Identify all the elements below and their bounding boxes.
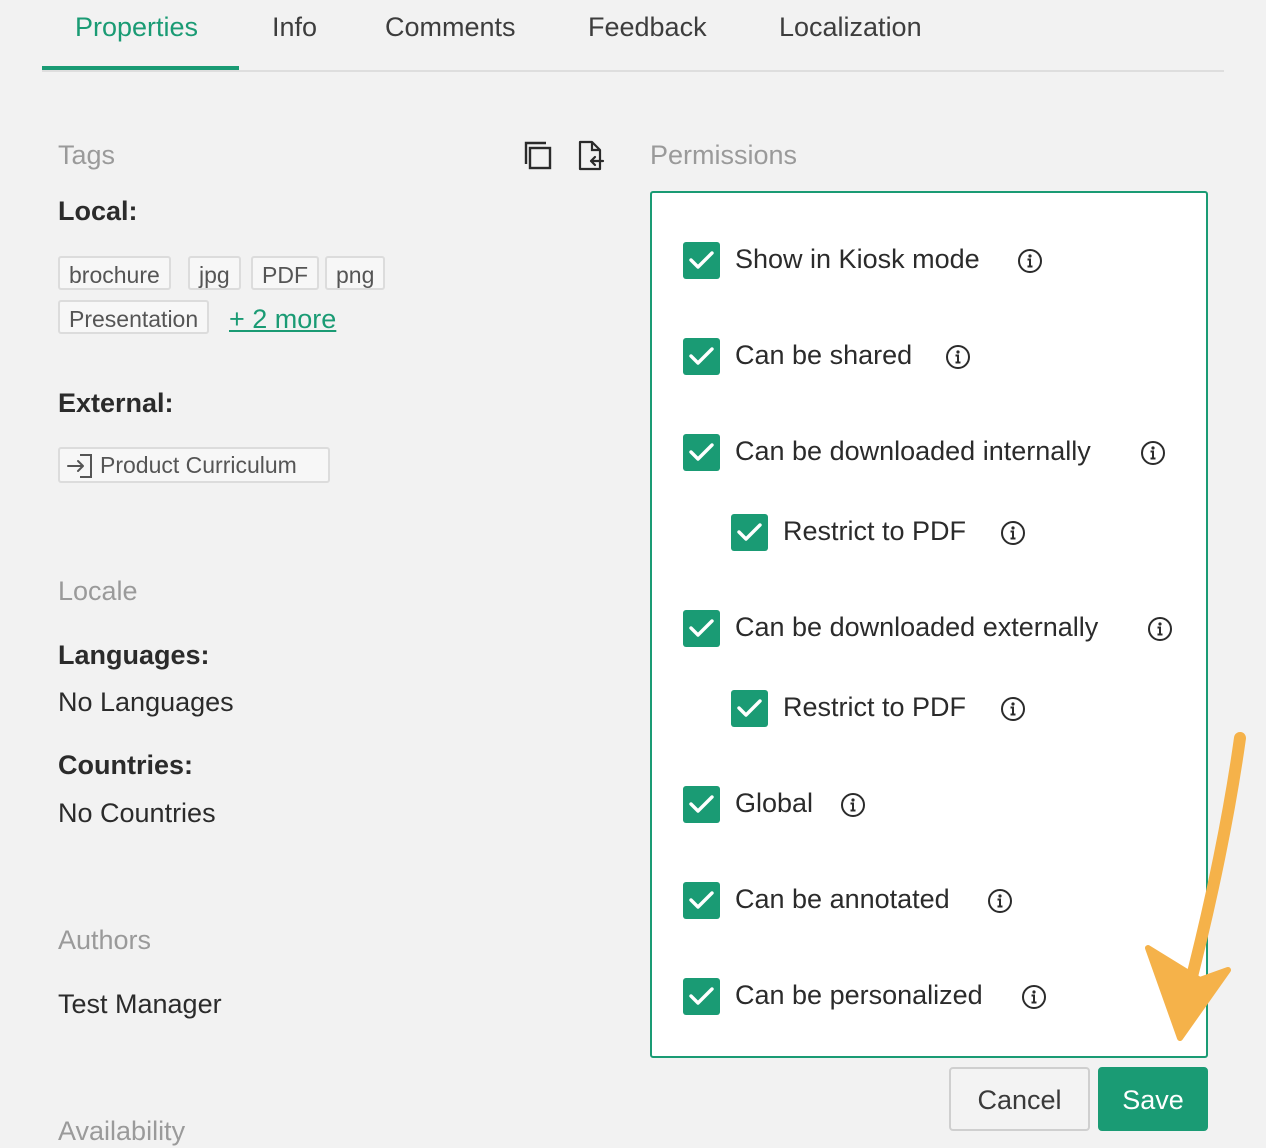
tab-bar: Properties Info Comments Feedback Locali… [42,0,1224,72]
info-icon[interactable] [1140,440,1166,466]
info-icon[interactable] [1017,248,1043,274]
checkbox-checked[interactable] [683,978,720,1015]
checkbox-checked[interactable] [683,338,720,375]
tag-chip[interactable]: Presentation [58,300,210,334]
tab-feedback[interactable]: Feedback [588,12,707,43]
languages-value: No Languages [58,687,234,717]
check-icon [689,987,714,1005]
countries-label: Countries: [58,750,193,780]
checkbox-checked[interactable] [731,690,768,727]
info-icon[interactable] [987,888,1013,914]
save-button[interactable]: Save [1098,1067,1208,1131]
availability-section-title: Availability [58,1116,186,1146]
locale-section-title: Locale [58,576,138,606]
authors-section-title: Authors [58,925,152,955]
external-tags-label: External: [58,388,174,418]
permissions-section-title: Permissions [650,140,798,170]
languages-label: Languages: [58,640,210,670]
copy-icon[interactable] [523,140,555,177]
annotation-arrow-icon [1145,732,1246,1041]
checkbox-checked[interactable] [731,514,768,551]
tag-chip[interactable]: PDF [251,256,319,290]
external-link-icon [67,454,92,478]
check-icon [689,443,714,461]
info-icon[interactable] [1000,696,1026,722]
checkbox-checked[interactable] [683,434,720,471]
check-icon [689,619,714,637]
permission-label: Show in Kiosk mode [735,244,980,274]
tab-properties[interactable]: Properties [75,12,198,43]
permission-label: Restrict to PDF [783,692,967,722]
checkbox-checked[interactable] [683,242,720,279]
check-icon [689,251,714,269]
checkbox-checked[interactable] [683,786,720,823]
tag-chip[interactable]: jpg [188,256,241,290]
tags-section-title: Tags [58,140,116,170]
check-icon [689,347,714,365]
info-icon[interactable] [1147,616,1173,642]
local-tags-label: Local: [58,196,138,226]
checkbox-checked[interactable] [683,882,720,919]
more-tags-link[interactable]: + 2 more [229,304,336,335]
check-icon [737,699,762,717]
tab-localization[interactable]: Localization [779,12,922,43]
permission-label: Restrict to PDF [783,516,967,546]
info-icon[interactable] [1000,520,1026,546]
info-icon[interactable] [945,344,971,370]
check-icon [689,795,714,813]
permission-label: Can be downloaded internally [735,436,1091,466]
permission-label: Can be personalized [735,980,983,1010]
external-tag-label: Product Curriculum [100,452,297,478]
permission-label: Can be annotated [735,884,950,914]
permission-label: Can be shared [735,340,913,370]
permission-label: Global [735,788,814,818]
tag-chip[interactable]: png [325,256,386,290]
active-tab-indicator [42,66,239,70]
external-tag-chip[interactable]: Product Curriculum [58,447,330,483]
paste-icon[interactable] [576,140,606,177]
check-icon [737,523,762,541]
permission-label: Can be downloaded externally [735,612,1099,642]
tag-chip[interactable]: brochure [58,256,171,290]
info-icon[interactable] [840,792,866,818]
cancel-button[interactable]: Cancel [949,1067,1090,1131]
countries-value: No Countries [58,798,216,828]
check-icon [689,891,714,909]
author-name: Test Manager [58,989,222,1019]
tab-comments[interactable]: Comments [385,12,516,43]
info-icon[interactable] [1021,984,1047,1010]
tab-info[interactable]: Info [272,12,317,43]
checkbox-checked[interactable] [683,610,720,647]
